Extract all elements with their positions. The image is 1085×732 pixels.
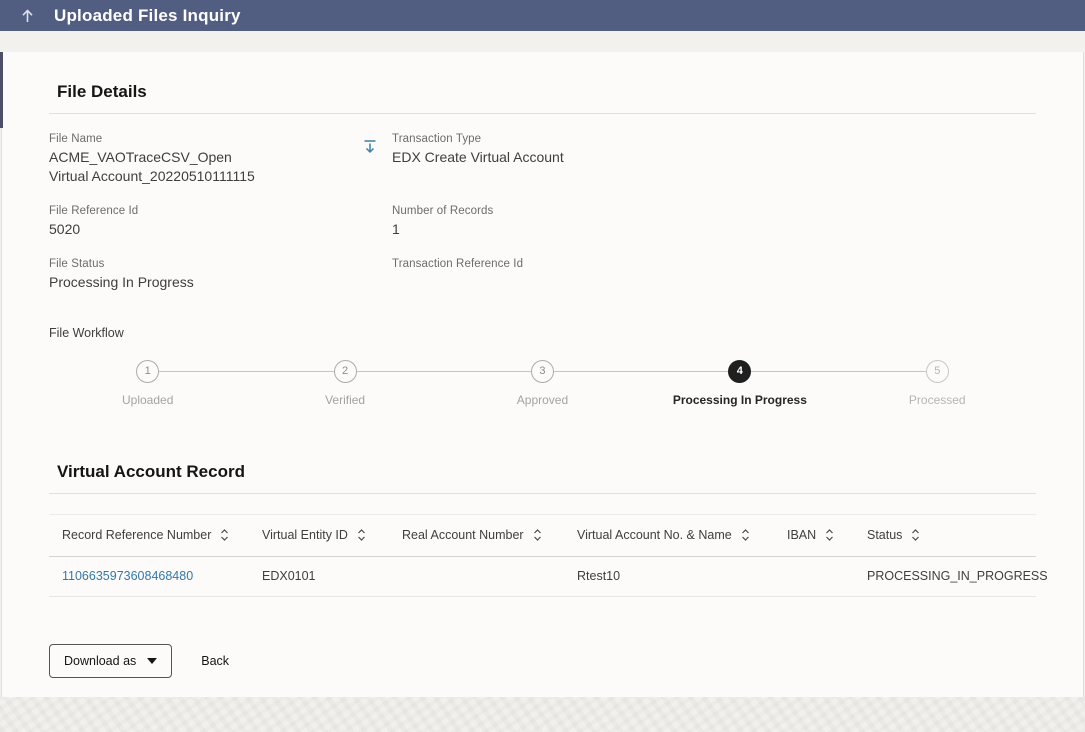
column-header-real-account-number[interactable]: Real Account Number (402, 528, 577, 542)
step-circle: 3 (530, 359, 554, 383)
file-workflow-label: File Workflow (49, 325, 124, 340)
divider (49, 492, 1036, 494)
file-reference-id-label: File Reference Id (49, 204, 139, 217)
file-details-title: File Details (57, 82, 147, 101)
number-of-records-field: Number of Records 1 (392, 205, 1036, 239)
table-row: 1106635973608468480 EDX0101 Rtest10 PROC… (49, 557, 1048, 597)
step-label: Verified (325, 392, 366, 407)
app-header: Uploaded Files Inquiry (0, 0, 1085, 31)
step-processing-in-progress: 4 Processing In Progress (641, 359, 838, 407)
transaction-reference-id-field: Transaction Reference Id (392, 258, 1036, 273)
sort-icon[interactable] (911, 528, 920, 542)
column-header-record-reference-number[interactable]: Record Reference Number (62, 528, 262, 542)
download-as-button[interactable]: Download as (49, 643, 173, 678)
transaction-type-field: Transaction Type EDX Create Virtual Acco… (392, 133, 1036, 167)
field-row: File Name ACME_VAOTraceCSV_Open Virtual … (49, 133, 1036, 186)
sort-icon[interactable] (825, 528, 834, 542)
column-label: Virtual Entity ID (262, 528, 348, 543)
left-edge-accent (0, 52, 3, 128)
transaction-type-value: EDX Create Virtual Account (392, 149, 564, 165)
sort-icon[interactable] (220, 528, 229, 542)
transaction-reference-id-label: Transaction Reference Id (392, 257, 524, 270)
page-title: Uploaded Files Inquiry (54, 5, 241, 25)
file-status-field: File Status Processing In Progress (49, 258, 362, 292)
step-label: Approved (516, 392, 569, 407)
table-header-row: Record Reference Number Virtual Entity I… (49, 513, 1036, 557)
column-header-iban[interactable]: IBAN (787, 528, 867, 542)
back-button[interactable]: Back (201, 654, 229, 668)
actions-bar: Download as Back (49, 643, 1036, 678)
step-approved: 3 Approved (444, 359, 641, 407)
sort-icon[interactable] (741, 528, 750, 542)
sort-icon[interactable] (357, 528, 366, 542)
number-of-records-value: 1 (392, 220, 400, 237)
virtual-account-record-title: Virtual Account Record (57, 461, 245, 481)
file-status-label: File Status (49, 257, 105, 270)
file-status-value: Processing In Progress (49, 273, 194, 290)
column-label: Real Account Number (402, 528, 524, 543)
sort-icon[interactable] (533, 528, 542, 542)
main-content: File Details File Name ACME_VAOTraceCSV_… (1, 52, 1084, 697)
up-arrow-icon[interactable] (14, 3, 40, 29)
column-label: Record Reference Number (62, 528, 212, 543)
column-label: IBAN (787, 528, 817, 543)
footer-decorative-strip (0, 697, 1085, 732)
field-row: File Reference Id 5020 Number of Records… (49, 205, 1036, 239)
step-circle: 5 (925, 359, 949, 383)
number-of-records-label: Number of Records (392, 204, 494, 217)
step-label: Processing In Progress (672, 392, 807, 407)
field-row: File Status Processing In Progress Trans… (49, 258, 1036, 292)
download-as-label: Download as (64, 653, 137, 668)
record-reference-number-cell: 1106635973608468480 (62, 569, 262, 583)
download-file-icon[interactable] (362, 139, 378, 159)
step-circle-active: 4 (728, 359, 752, 383)
step-verified: 2 Verified (246, 359, 443, 407)
column-header-status[interactable]: Status (867, 528, 1036, 542)
transaction-type-label: Transaction Type (392, 133, 482, 145)
step-processed: 5 Processed (839, 359, 1036, 407)
virtual-account-table: Record Reference Number Virtual Entity I… (49, 513, 1048, 597)
step-circle: 2 (333, 359, 357, 383)
divider (49, 113, 1036, 114)
virtual-entity-id-cell: EDX0101 (262, 569, 316, 584)
record-reference-number-link[interactable]: 1106635973608468480 (62, 569, 193, 583)
status-cell: PROCESSING_IN_PROGRESS (867, 569, 1048, 584)
file-reference-id-value: 5020 (49, 220, 81, 237)
file-name-value: ACME_VAOTraceCSV_Open Virtual Account_20… (49, 149, 255, 184)
icon-cell (362, 133, 392, 161)
step-circle: 1 (136, 359, 160, 383)
column-label: Status (867, 528, 903, 543)
file-name-label: File Name (49, 133, 103, 145)
virtual-account-no-name-cell: Rtest10 (577, 569, 621, 584)
file-name-field: File Name ACME_VAOTraceCSV_Open Virtual … (49, 133, 362, 186)
file-workflow-stepper: 1 Uploaded 2 Verified 3 Approved 4 Proce… (49, 359, 1036, 426)
file-reference-id-field: File Reference Id 5020 (49, 205, 362, 239)
step-label: Processed (908, 392, 966, 407)
column-header-virtual-account-no-name[interactable]: Virtual Account No. & Name (577, 528, 787, 542)
decorative-banner-strip (0, 31, 1085, 52)
column-label: Virtual Account No. & Name (577, 528, 732, 543)
step-label: Uploaded (122, 392, 174, 407)
step-uploaded: 1 Uploaded (49, 359, 246, 407)
column-header-virtual-entity-id[interactable]: Virtual Entity ID (262, 528, 402, 542)
caret-down-icon (147, 657, 158, 664)
